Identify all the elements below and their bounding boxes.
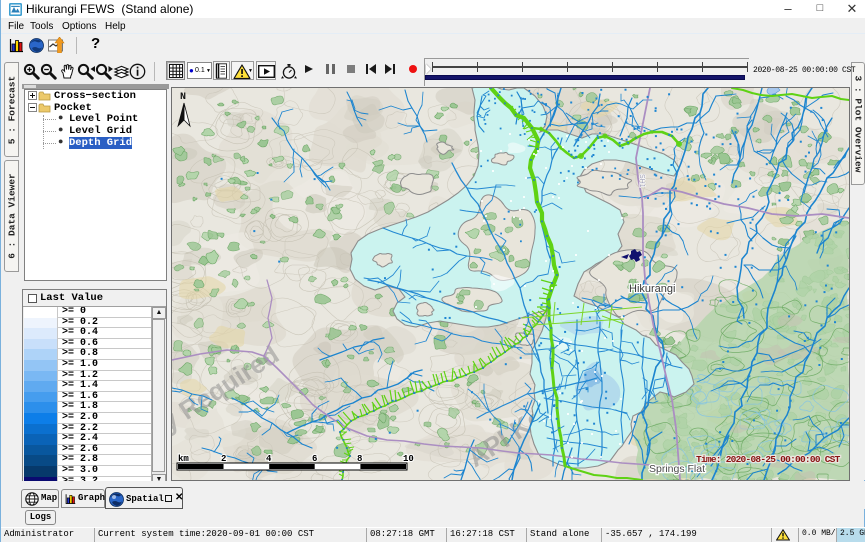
svg-text:2: 2 (221, 454, 226, 464)
svg-text:SH1: SH1 (638, 174, 645, 188)
svg-text:Hikurangi: Hikurangi (629, 283, 675, 295)
svg-text:N: N (180, 92, 186, 103)
svg-text:6: 6 (312, 454, 317, 464)
svg-text:10: 10 (403, 454, 414, 464)
svg-text:8: 8 (357, 454, 362, 464)
svg-text:Time: 2020-08-25 00:00:00 CST: Time: 2020-08-25 00:00:00 CST (696, 454, 841, 465)
svg-text:4: 4 (266, 454, 272, 464)
svg-text:km: km (178, 454, 189, 464)
